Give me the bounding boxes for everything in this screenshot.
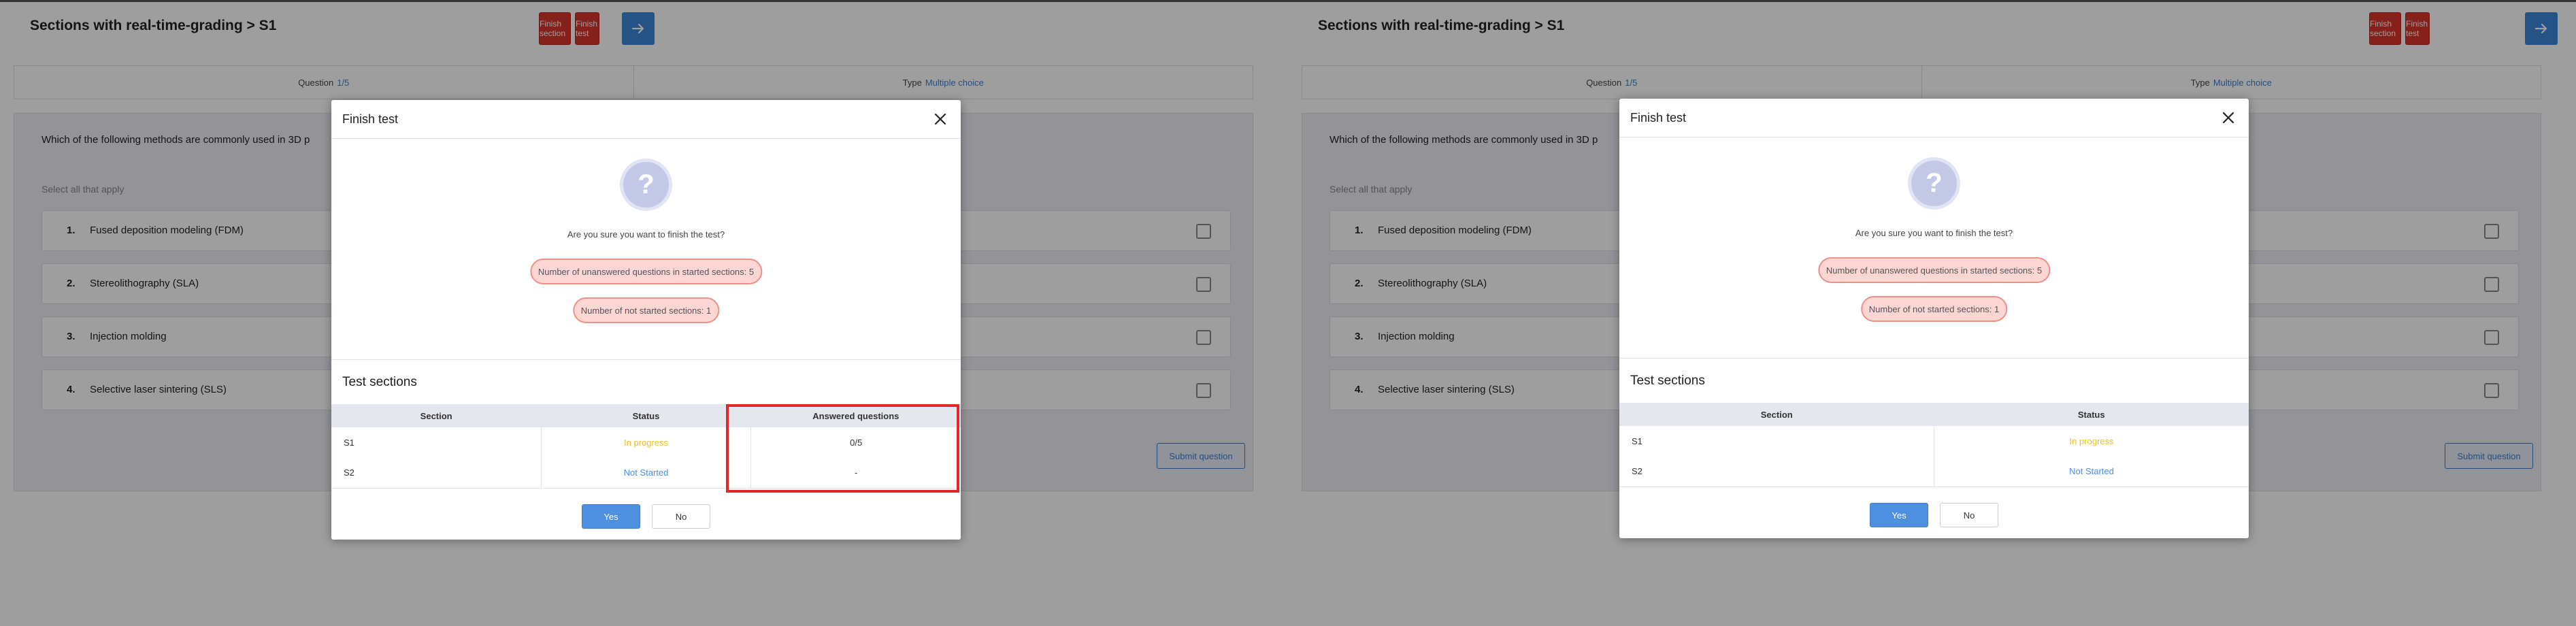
dialog-title: Finish test [1630,111,1687,125]
confirm-message: Are you sure you want to finish the test… [1855,228,2013,238]
dialog-header: Finish test [331,100,961,139]
column-header-section: Section [420,410,452,421]
status-column: In progress Not Started [1934,426,2249,487]
column-header-section: Section [1760,409,1793,420]
section-cell: S1 [344,437,354,448]
close-button[interactable] [932,111,948,127]
section-cell: S2 [1632,466,1642,477]
section-cell: S1 [1632,435,1642,446]
yes-button[interactable]: Yes [1870,503,1928,527]
table-header: Section Status [1619,403,2249,426]
question-mark-icon: ? [623,162,669,208]
not-started-count-badge: Number of not started sections: 1 [1860,296,2008,322]
question-mark-icon: ? [1911,161,1957,206]
no-button[interactable]: No [652,504,710,529]
status-cell-in-progress: In progress [2069,435,2114,446]
confirm-message: Are you sure you want to finish the test… [567,229,725,240]
status-column: In progress Not Started [540,427,751,488]
dialog-divider [331,359,961,360]
dialog-footer: Yes No [331,504,961,529]
test-sections-title: Test sections [342,375,417,389]
unanswered-count-badge: Number of unanswered questions in starte… [1817,257,2051,283]
sections-table: Section Status S1 S2 In progress Not Sta… [1619,403,2249,487]
finish-test-dialog: Finish test ? Are you sure you want to f… [331,100,961,540]
status-cell-in-progress: In progress [623,437,669,448]
section-column: S1 S2 [1619,426,1934,487]
close-icon [2222,112,2234,124]
column-header-status: Status [2077,409,2105,420]
dialog-footer: Yes No [1619,503,2249,527]
not-started-count-badge: Number of not started sections: 1 [572,297,720,323]
section-column: S1 S2 [331,427,541,488]
screen-with-answered-column: Sections with real-time-grading > S1 Fin… [0,0,1288,626]
yes-button[interactable]: Yes [582,504,640,529]
dialog-title: Finish test [342,112,399,126]
column-header-status: Status [632,410,660,421]
finish-test-dialog: Finish test ? Are you sure you want to f… [1619,99,2249,538]
status-cell-not-started: Not Started [2069,466,2114,477]
dialog-divider [1619,358,2249,359]
screen-without-answered-column: Sections with real-time-grading > S1 Fin… [1288,0,2576,626]
status-cell-not-started: Not Started [623,467,669,478]
no-button[interactable]: No [1940,503,1998,527]
close-button[interactable] [2220,110,2236,126]
dialog-header: Finish test [1619,99,2249,137]
answered-column-highlight [726,404,959,493]
unanswered-count-badge: Number of unanswered questions in starte… [529,259,763,284]
close-icon [934,113,946,125]
test-sections-title: Test sections [1630,374,1705,388]
table-body: S1 S2 In progress Not Started [1619,426,2249,487]
section-cell: S2 [344,467,354,478]
